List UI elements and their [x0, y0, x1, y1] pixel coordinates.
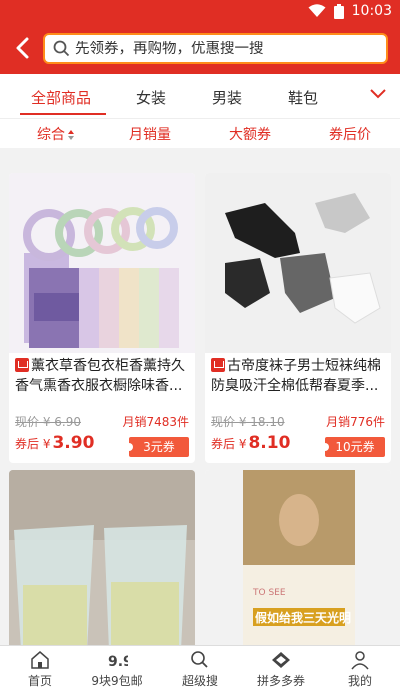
- top-bar: [0, 24, 400, 74]
- nav-profile-label: 我的: [347, 674, 372, 688]
- after-coupon-label: 券后 ¥: [15, 437, 51, 451]
- battery-icon: [333, 3, 344, 19]
- product-grid: 薰衣草香包衣柜香薰持久香气熏香衣服衣橱除味香... 现价 ¥ 6.90 月销74…: [0, 148, 400, 648]
- book-cover-title: 假如给我三天光明: [255, 611, 352, 625]
- tab-womens[interactable]: 女装: [136, 87, 166, 108]
- chevron-down-icon[interactable]: [366, 84, 390, 104]
- nav-pinduoduo-label: 拼多多券: [256, 674, 305, 688]
- after-coupon-price: 券后 ¥3.90: [15, 433, 94, 453]
- sort-monthly-sales[interactable]: 月销量: [129, 124, 171, 144]
- after-coupon-value: 3.90: [52, 433, 95, 453]
- product-image: [9, 173, 195, 353]
- book-tag: TO SEE: [253, 588, 286, 598]
- nav-super-search[interactable]: 超级搜: [160, 650, 240, 689]
- sort-arrows-icon: [68, 130, 74, 140]
- monthly-sales: 月销776件: [326, 415, 385, 429]
- sort-price-after-coupon[interactable]: 券后价: [329, 124, 371, 144]
- product-title-text: 古帝度袜子男士短袜纯棉防臭吸汗全棉低帮春夏季...: [211, 358, 381, 394]
- product-title: 薰衣草香包衣柜香薰持久香气熏香衣服衣橱除味香...: [15, 356, 191, 396]
- user-icon: [351, 651, 369, 670]
- nav-home[interactable]: 首页: [0, 650, 80, 689]
- home-icon: [31, 651, 49, 669]
- active-tab-indicator: [20, 113, 106, 115]
- product-image: [9, 470, 195, 648]
- nav-nine-nine[interactable]: 9.9 9块9包邮: [77, 650, 157, 689]
- after-coupon-value: 8.10: [248, 433, 291, 453]
- after-coupon-label: 券后 ¥: [211, 437, 247, 451]
- nav-home-label: 首页: [27, 674, 52, 688]
- svg-text:9.9: 9.9: [108, 654, 128, 670]
- back-arrow-icon[interactable]: [8, 33, 38, 63]
- sort-comprehensive-label: 综合: [37, 127, 65, 143]
- bottom-nav: 首页 9.9 9块9包邮 超级搜 拼多多券 我的: [0, 645, 400, 690]
- product-card[interactable]: TO SEE 假如给我三天光明: [205, 470, 391, 648]
- search-box[interactable]: [43, 33, 388, 64]
- category-tabs: 全部商品 女装 男装 鞋包: [0, 74, 400, 118]
- product-title: 古帝度袜子男士短袜纯棉防臭吸汗全棉低帮春夏季...: [211, 356, 387, 396]
- nav-nine-nine-label: 9块9包邮: [91, 674, 143, 688]
- sort-comprehensive[interactable]: 综合: [37, 124, 75, 144]
- tmall-icon: [15, 358, 29, 372]
- tab-mens[interactable]: 男装: [212, 87, 242, 108]
- product-card[interactable]: 薰衣草香包衣柜香薰持久香气熏香衣服衣橱除味香... 现价 ¥ 6.90 月销74…: [9, 173, 195, 463]
- monthly-sales: 月销7483件: [122, 415, 189, 429]
- tab-all-products[interactable]: 全部商品: [31, 87, 91, 108]
- nav-pinduoduo[interactable]: 拼多多券: [241, 650, 321, 689]
- tmall-icon: [211, 358, 225, 372]
- product-image: [205, 173, 391, 353]
- status-bar: 10:03: [0, 0, 400, 24]
- after-coupon-price: 券后 ¥8.10: [211, 433, 290, 453]
- nine-nine-icon: 9.9: [108, 654, 128, 670]
- coupon-badge[interactable]: 3元券: [125, 437, 189, 457]
- coupon-badge[interactable]: 10元券: [321, 437, 385, 457]
- tab-bags-shoes[interactable]: 鞋包: [288, 87, 318, 108]
- status-time: 10:03: [351, 3, 392, 19]
- sort-bar: 综合 月销量 大额券 券后价: [0, 118, 400, 148]
- search-icon: [53, 40, 70, 57]
- product-title-text: 薰衣草香包衣柜香薰持久香气熏香衣服衣橱除味香...: [15, 358, 185, 394]
- sort-big-coupon[interactable]: 大额券: [229, 124, 271, 144]
- original-price: 现价 ¥ 6.90: [15, 415, 81, 429]
- product-card[interactable]: 古帝度袜子男士短袜纯棉防臭吸汗全棉低帮春夏季... 现价 ¥ 18.10 月销7…: [205, 173, 391, 463]
- product-card[interactable]: [9, 470, 195, 648]
- pinduoduo-icon: [272, 652, 290, 668]
- search-icon: [191, 651, 208, 668]
- original-price: 现价 ¥ 18.10: [211, 415, 285, 429]
- wifi-icon: [308, 4, 326, 17]
- nav-profile[interactable]: 我的: [320, 650, 400, 689]
- nav-super-search-label: 超级搜: [181, 674, 218, 688]
- search-input[interactable]: [75, 40, 355, 57]
